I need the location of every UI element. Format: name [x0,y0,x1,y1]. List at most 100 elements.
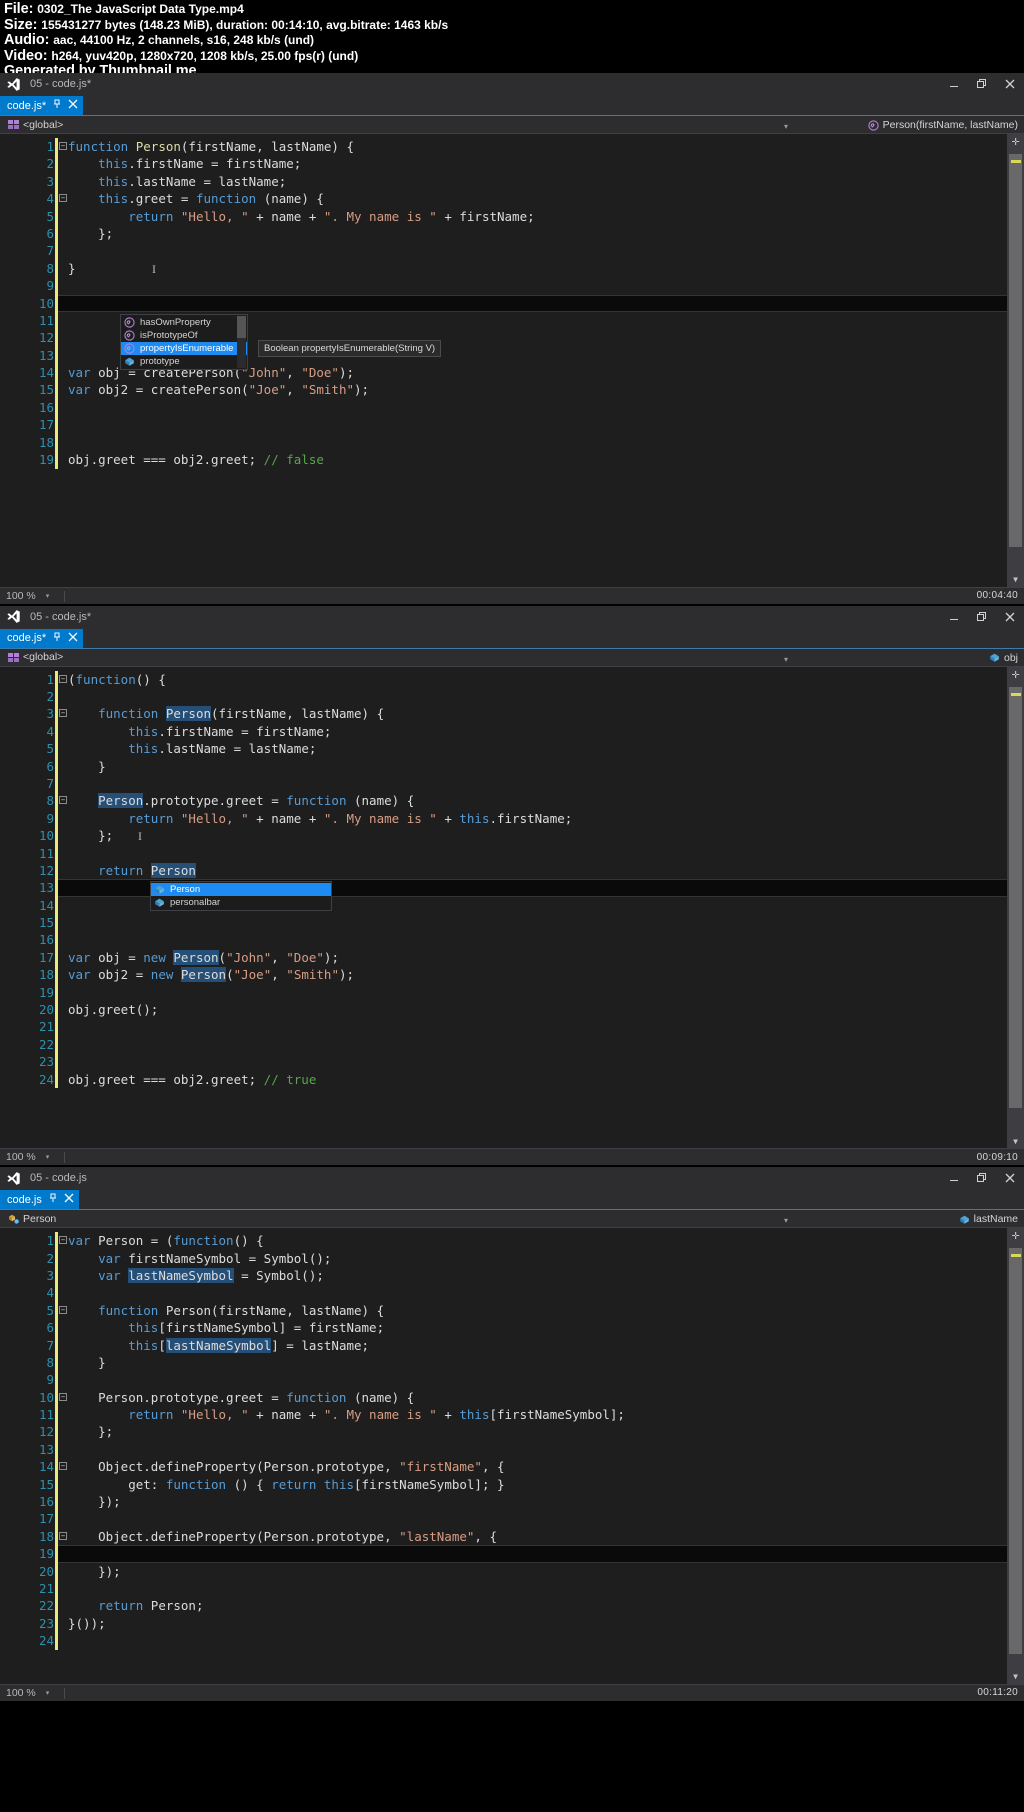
navbar-member-dropdown[interactable]: lastName [959,1210,1018,1228]
window-titlebar[interactable]: 05 - code.js* [0,73,1024,95]
code-line: var Person = (function() { [68,1233,264,1249]
line-number: 17 [38,1511,54,1527]
zoom-level[interactable]: 100 % [0,1687,36,1699]
close-icon[interactable] [68,99,78,112]
intellisense-item[interactable]: propertyIsEnumerable [121,342,247,355]
pin-icon[interactable] [52,99,62,112]
pin-icon[interactable] [52,632,62,645]
method-icon [867,119,879,131]
fold-toggle[interactable]: − [59,142,67,150]
restore-button[interactable] [968,606,996,628]
fold-toggle[interactable]: − [59,709,67,718]
line-number: 7 [46,1337,54,1353]
vs-window-2: 05 - code.js* code.js* <global> ▾ obj 1 2 3 4 5 6 7… [0,605,1024,1166]
close-icon[interactable] [64,1193,74,1206]
minimize-button[interactable] [940,606,968,628]
intellisense-item[interactable]: Person [151,883,331,897]
minimize-button[interactable] [940,73,968,95]
fold-toggle[interactable]: − [59,796,67,805]
pin-icon[interactable] [48,1193,58,1206]
fold-toggle[interactable]: − [59,1236,67,1245]
code-line: var obj = new Person("John", "Doe"); [68,949,339,965]
navbar-member-dropdown[interactable]: obj [989,649,1018,667]
intellisense-item[interactable]: hasOwnProperty [121,316,247,329]
navbar-scope-dropdown[interactable]: <global> [0,116,63,134]
tab-code-js[interactable]: code.js* [0,96,84,115]
scrollbar-thumb[interactable] [1009,686,1022,1109]
intellisense-item[interactable]: prototype [121,355,247,368]
navbar-member-dropdown[interactable]: Person(firstName, lastName) [867,116,1018,134]
editor-vertical-scrollbar[interactable]: ✛ ▼ [1007,134,1024,587]
line-number: 10 [38,295,54,311]
scroll-down-arrow[interactable]: ▼ [1007,1134,1024,1148]
tab-code-js[interactable]: code.js [0,1190,79,1210]
code-line: } [68,1354,106,1370]
fold-toggle[interactable]: − [59,1392,67,1401]
navbar-scope-dropdown[interactable]: Person [0,1210,56,1228]
fold-toggle[interactable]: − [59,1305,67,1314]
zoom-dropdown-icon[interactable]: ▾ [46,1689,50,1697]
close-button[interactable] [996,1167,1024,1189]
tab-code-js[interactable]: code.js* [0,628,84,648]
restore-button[interactable] [968,1167,996,1189]
intellisense-item[interactable]: isPrototypeOf [121,329,247,342]
split-view-button[interactable]: ✛ [1007,667,1024,682]
zoom-level[interactable]: 100 % [0,1151,36,1163]
scroll-down-arrow[interactable]: ▼ [1007,573,1024,587]
split-view-button[interactable]: ✛ [1007,134,1024,149]
fold-toggle[interactable]: − [59,1462,67,1471]
navbar-member-label: lastName [973,1213,1018,1226]
code-folding-column[interactable]: − − − − − [55,1228,68,1684]
fold-toggle[interactable]: − [59,1531,67,1540]
intellisense-item[interactable]: personalbar [151,896,331,909]
line-number: 8 [46,1354,54,1370]
code-folding-column[interactable]: − − [55,134,68,587]
line-number: 10 [38,1389,54,1405]
navbar-scope-dropdown[interactable]: <global> [0,648,63,666]
window-title: 05 - code.js* [30,78,92,90]
line-number: 4 [46,1285,54,1301]
fold-toggle[interactable]: − [59,674,67,683]
close-icon[interactable] [68,632,78,645]
line-number: 13 [38,1441,54,1457]
line-number: 1 [46,671,54,687]
code-line: this.firstName = firstName; [128,723,332,739]
code-folding-column[interactable]: − − − [55,667,68,1149]
code-line: obj.greet(); [68,1002,159,1018]
zoom-dropdown-icon[interactable]: ▾ [46,1153,50,1161]
line-number: 16 [38,932,54,948]
code-line: var firstNameSymbol = Symbol(); [98,1250,332,1266]
scroll-marker [1011,160,1021,163]
scrollbar-thumb[interactable] [1009,154,1022,547]
chevron-down-icon[interactable]: ▾ [784,1216,788,1225]
chevron-down-icon[interactable]: ▾ [784,655,788,664]
line-number: 12 [38,1424,54,1440]
line-number: 2 [46,156,54,172]
window-titlebar[interactable]: 05 - code.js [0,1167,1024,1190]
zoom-dropdown-icon[interactable]: ▾ [46,592,50,600]
intellisense-scrollbar-thumb[interactable] [237,316,246,338]
scrollbar-thumb[interactable] [1009,1248,1022,1654]
close-button[interactable] [996,73,1024,95]
code-text-area[interactable]: var Person = (function() { var firstName… [58,1228,1024,1684]
zoom-level[interactable]: 100 % [0,590,36,602]
code-line: Person.prototype.greet = function (name)… [98,793,415,809]
split-view-button[interactable]: ✛ [1007,1228,1024,1243]
restore-button[interactable] [968,73,996,95]
vs-window-3: 05 - code.js code.js Person ▾ lastName 1 2 3 4 5 6… [0,1167,1024,1701]
intellisense-popup[interactable]: hasOwnProperty isPrototypeOf propertyIsEnu… [120,314,248,370]
intellisense-popup[interactable]: Person personalbar [150,881,332,912]
editor-vertical-scrollbar[interactable]: ✛ ▼ [1007,666,1024,1149]
chevron-down-icon[interactable]: ▾ [784,122,788,131]
window-titlebar[interactable]: 05 - code.js* [0,605,1024,628]
close-button[interactable] [996,606,1024,628]
minimize-button[interactable] [940,1167,968,1189]
editor-vertical-scrollbar[interactable]: ✛ ▼ [1007,1228,1024,1684]
code-editor[interactable]: 1 2 3 4 5 6 7 8 9 10 11 12 13 14 15 16 17 18 19 20 21 22 23 24−… [0,1228,1024,1684]
property-icon [154,897,165,908]
scroll-down-arrow[interactable]: ▼ [1007,1670,1024,1684]
fold-toggle[interactable]: − [59,194,67,203]
video-metadata-header: File: 0302_The JavaScript Data Type.mp4 … [0,0,1024,79]
